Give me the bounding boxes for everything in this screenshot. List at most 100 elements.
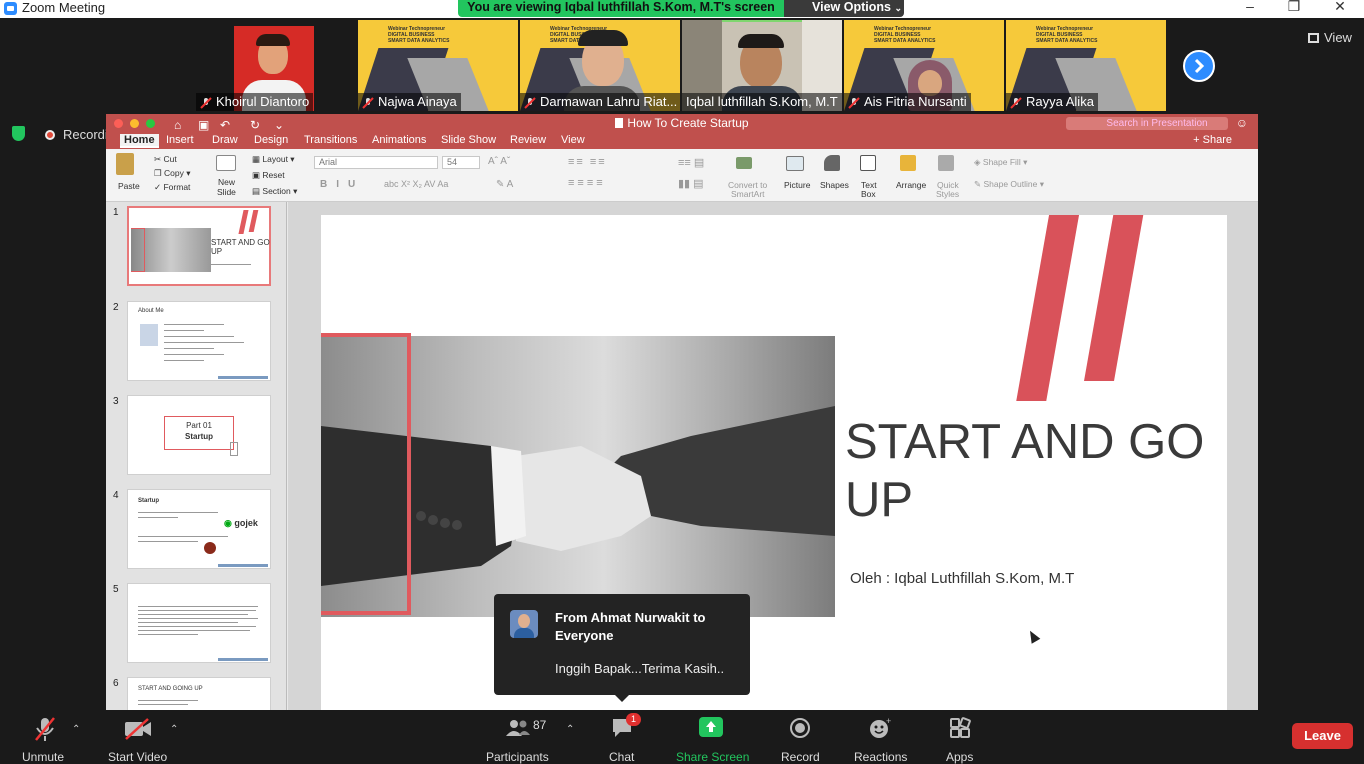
tab-draw[interactable]: Draw bbox=[212, 134, 238, 146]
line-spacing-icon[interactable]: ≡≡ ▤ bbox=[678, 156, 704, 169]
document-icon bbox=[615, 118, 624, 128]
chat-notification[interactable]: From Ahmat Nurwakit to Everyone Inggih B… bbox=[494, 594, 750, 702]
apps-icon[interactable] bbox=[949, 717, 971, 744]
tab-design[interactable]: Design bbox=[254, 134, 288, 146]
document-title: How To Create Startup bbox=[627, 116, 749, 130]
meeting-toolbar: ⌃ Unmute ⌃ Start Video 87 ⌃ Participants… bbox=[0, 710, 1364, 764]
slide-thumbnail[interactable]: START AND GOING UP bbox=[127, 677, 271, 710]
participant-tile[interactable]: Webinar Technopreneur DIGITAL BUSINESS SMA… bbox=[520, 20, 680, 111]
highlight-color-icon[interactable]: ✎ A bbox=[496, 179, 513, 190]
tab-insert[interactable]: Insert bbox=[166, 134, 194, 146]
slide-thumbnail[interactable]: START AND GO UP bbox=[127, 206, 271, 286]
slide-thumbnail[interactable]: Startup ◉ gojek bbox=[127, 489, 271, 569]
security-shield-icon[interactable] bbox=[12, 126, 25, 141]
slide-thumbnail[interactable] bbox=[127, 583, 271, 663]
muted-mic-icon bbox=[362, 96, 374, 109]
arrange-button[interactable]: Arrange bbox=[896, 180, 926, 190]
view-button[interactable]: View bbox=[1308, 30, 1352, 45]
slide-author[interactable]: Oleh : Iqbal Luthfillah S.Kom, M.T bbox=[850, 570, 1074, 587]
view-options-button[interactable]: View Options ⌄ bbox=[784, 0, 904, 17]
layout-button[interactable]: ▦ Layout ▾ bbox=[252, 154, 295, 165]
share-screen-icon[interactable] bbox=[699, 717, 723, 737]
mac-close-icon[interactable] bbox=[114, 119, 123, 128]
muted-mic-icon[interactable] bbox=[34, 716, 56, 747]
mac-zoom-icon[interactable] bbox=[146, 119, 155, 128]
mac-minimize-icon[interactable] bbox=[130, 119, 139, 128]
reset-button[interactable]: ▣ Reset bbox=[252, 170, 285, 181]
cut-button[interactable]: ✂ Cut bbox=[154, 154, 177, 165]
bullets-icons[interactable]: ≡≡ ≡≡ bbox=[568, 156, 607, 168]
slide-thumbnail[interactable]: About Me bbox=[127, 301, 271, 381]
minimize-icon[interactable]: – bbox=[1240, 0, 1260, 14]
record-icon[interactable] bbox=[789, 717, 811, 744]
tab-animations[interactable]: Animations bbox=[372, 134, 426, 146]
paste-button[interactable]: Paste bbox=[118, 181, 140, 191]
participant-tile[interactable]: Webinar Technopreneur DIGITAL BUSINESS SMA… bbox=[844, 20, 1004, 111]
slide-title[interactable]: START AND GO UP bbox=[845, 413, 1227, 529]
tab-transitions[interactable]: Transitions bbox=[304, 134, 357, 146]
participant-tile-active[interactable]: Iqbal luthfillah S.Kom, M.T bbox=[682, 20, 842, 111]
reactions-icon[interactable]: + bbox=[869, 716, 893, 744]
current-slide[interactable]: START AND GO UP Oleh : Iqbal Luthfillah … bbox=[321, 215, 1227, 710]
tab-home[interactable]: Home bbox=[120, 134, 159, 148]
slide-number: 1 bbox=[113, 207, 119, 218]
layout-icon: ▦ bbox=[252, 154, 263, 164]
font-size-select[interactable]: 54 bbox=[442, 156, 480, 169]
quick-styles-label-2[interactable]: Styles bbox=[936, 189, 959, 199]
leave-button[interactable]: Leave bbox=[1292, 723, 1353, 749]
tab-view[interactable]: View bbox=[561, 134, 585, 146]
audio-options-caret[interactable]: ⌃ bbox=[72, 724, 80, 735]
participant-name: Najwa Ainaya bbox=[358, 93, 461, 111]
tab-review[interactable]: Review bbox=[510, 134, 546, 146]
viewing-banner: You are viewing Iqbal luthfillah S.Kom, … bbox=[458, 0, 784, 17]
search-input[interactable]: Search in Presentation bbox=[1066, 117, 1228, 130]
thumbnail-title: Part 01 bbox=[186, 421, 212, 430]
muted-mic-icon bbox=[848, 96, 860, 109]
shape-outline-button[interactable]: ✎ Shape Outline ▾ bbox=[974, 179, 1044, 190]
smiley-icon[interactable]: ☺ bbox=[1236, 114, 1248, 133]
view-label: View bbox=[1324, 30, 1352, 45]
shape-fill-button[interactable]: ◈ Shape Fill ▾ bbox=[974, 157, 1027, 168]
participants-icon[interactable] bbox=[506, 719, 530, 742]
font-name-select[interactable]: Arial bbox=[314, 156, 438, 169]
new-slide-label-2[interactable]: Slide bbox=[217, 187, 236, 197]
paint-bucket-icon: ◈ bbox=[974, 157, 983, 167]
smartart-icon bbox=[736, 157, 752, 169]
new-slide-label-1[interactable]: New bbox=[218, 177, 235, 187]
tab-slide-show[interactable]: Slide Show bbox=[441, 134, 496, 146]
share-button[interactable]: + Share bbox=[1193, 134, 1232, 146]
participant-tile[interactable]: Webinar Technopreneur DIGITAL BUSINESS SMA… bbox=[358, 20, 518, 111]
columns-icon[interactable]: ▮▮ ▤ bbox=[678, 177, 704, 190]
close-icon[interactable]: ✕ bbox=[1330, 0, 1350, 15]
zoom-logo-icon bbox=[4, 2, 17, 15]
shapes-icon bbox=[824, 155, 840, 171]
picture-button[interactable]: Picture bbox=[784, 180, 810, 190]
section-button[interactable]: ▤ Section ▾ bbox=[252, 186, 297, 197]
format-painter-button[interactable]: ✓ Format bbox=[154, 182, 190, 193]
ppt-titlebar: ⌂ ▣ ↶ ↻ ⌄ How To Create Startup Search i… bbox=[106, 114, 1258, 133]
participants-caret[interactable]: ⌃ bbox=[566, 724, 574, 735]
next-page-button[interactable] bbox=[1183, 50, 1215, 82]
shapes-button[interactable]: Shapes bbox=[820, 180, 849, 190]
align-icons[interactable]: ≡≡≡≡ bbox=[568, 177, 606, 189]
font-grow-icon[interactable]: Aˆ Aˇ bbox=[488, 156, 510, 167]
participant-tile[interactable]: Webinar Technopreneur DIGITAL BUSINESS SMA… bbox=[1006, 20, 1166, 111]
video-options-caret[interactable]: ⌃ bbox=[170, 724, 178, 735]
slide-thumbnail[interactable]: Part 01 Startup bbox=[127, 395, 271, 475]
font-format-icons[interactable]: BIU bbox=[320, 179, 364, 190]
section-icon: ▤ bbox=[252, 186, 263, 196]
convert-smartart-label-2[interactable]: SmartArt bbox=[731, 189, 765, 199]
participant-tile[interactable]: Khoirul Diantoro bbox=[196, 20, 356, 111]
strikethrough-icon[interactable]: abc X² X₂ AV Aa bbox=[384, 179, 448, 189]
thumbnail-subtitle: Startup bbox=[185, 432, 213, 441]
quick-styles-icon bbox=[938, 155, 954, 171]
participants-count: 87 bbox=[533, 718, 547, 732]
thumbnail-title: Startup bbox=[138, 498, 159, 504]
chat-message: Inggih Bapak...Terima Kasih.. bbox=[555, 661, 725, 676]
muted-mic-icon bbox=[200, 96, 212, 109]
video-off-icon[interactable] bbox=[124, 718, 152, 745]
participant-name: Darmawan Lahru Riat... bbox=[520, 93, 680, 111]
restore-icon[interactable]: ❐ bbox=[1284, 0, 1304, 15]
copy-button[interactable]: ❐ Copy ▾ bbox=[154, 168, 190, 179]
textbox-label-2[interactable]: Box bbox=[861, 189, 876, 199]
